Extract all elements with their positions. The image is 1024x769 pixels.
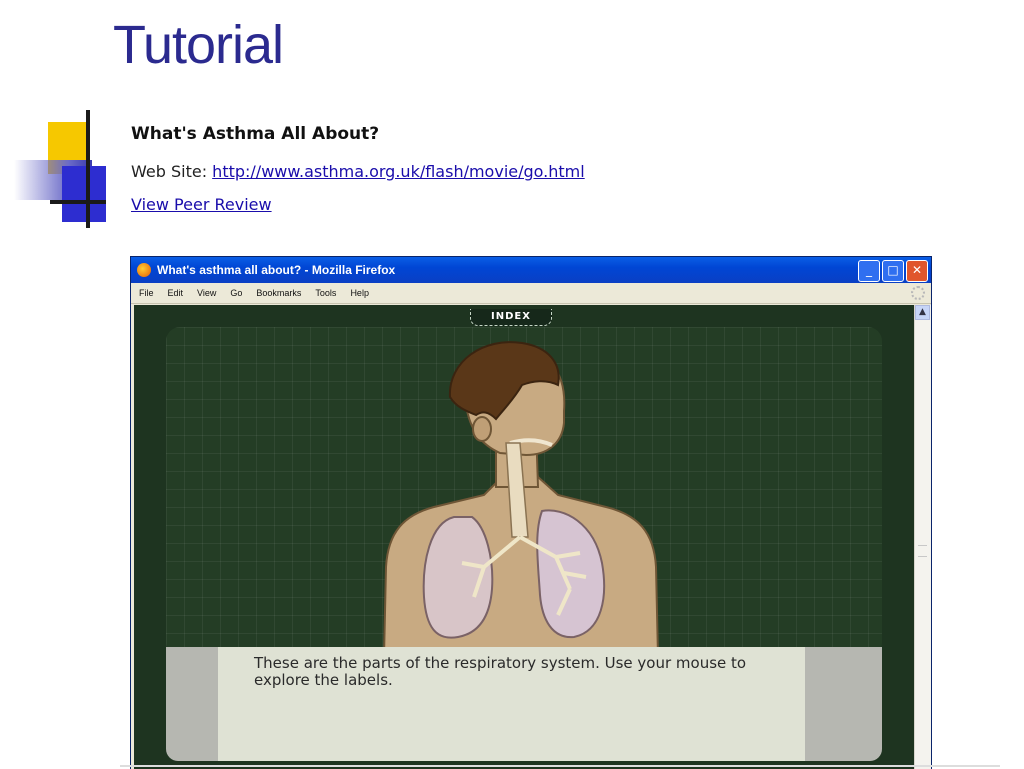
scroll-up-arrow-icon[interactable]: ▲ [915, 305, 930, 320]
vertical-scrollbar[interactable]: ▲ [914, 305, 931, 769]
window-titlebar[interactable]: What's asthma all about? - Mozilla Firef… [131, 257, 931, 283]
website-line: Web Site: http://www.asthma.org.uk/flash… [131, 162, 585, 181]
menu-edit[interactable]: Edit [168, 288, 184, 298]
flash-viewport[interactable]: INDEX These are the parts of the respira… [134, 305, 914, 769]
grid-board [166, 327, 882, 657]
peer-review-link[interactable]: View Peer Review [131, 195, 272, 214]
firefox-icon [137, 263, 151, 277]
tutorial-heading: What's Asthma All About? [131, 124, 380, 144]
respiratory-figure [382, 341, 660, 657]
website-link[interactable]: http://www.asthma.org.uk/flash/movie/go.… [212, 162, 585, 181]
menu-bar: File Edit View Go Bookmarks Tools Help [131, 283, 931, 304]
minimize-button[interactable]: _ [858, 260, 880, 282]
window-controls: _ □ ✕ [858, 260, 928, 282]
menu-help[interactable]: Help [350, 288, 369, 298]
scroll-grip-icon[interactable] [918, 545, 927, 557]
caption-box: These are the parts of the respiratory s… [218, 647, 805, 761]
menu-go[interactable]: Go [230, 288, 242, 298]
slide-bottom-rule [120, 765, 1000, 767]
menu-bookmarks[interactable]: Bookmarks [256, 288, 301, 298]
firefox-window: What's asthma all about? - Mozilla Firef… [130, 256, 932, 769]
website-label: Web Site: [131, 162, 213, 181]
maximize-button[interactable]: □ [882, 260, 904, 282]
decor-vertical-line [86, 110, 90, 228]
decor-horizontal-line [50, 200, 106, 204]
caption-panel: These are the parts of the respiratory s… [166, 647, 882, 761]
menu-file[interactable]: File [139, 288, 154, 298]
tutorial-info: What's Asthma All About? Web Site: http:… [131, 124, 585, 228]
menu-tools[interactable]: Tools [315, 288, 336, 298]
decor-blue-square [62, 166, 106, 222]
throbber-icon [911, 286, 925, 300]
slide-title: Tutorial [113, 15, 284, 75]
caption-text: These are the parts of the respiratory s… [254, 654, 747, 689]
index-tab[interactable]: INDEX [470, 309, 552, 326]
window-title: What's asthma all about? - Mozilla Firef… [157, 263, 396, 277]
close-button[interactable]: ✕ [906, 260, 928, 282]
menu-view[interactable]: View [197, 288, 216, 298]
bullet-decoration [0, 108, 120, 233]
peer-review-line: View Peer Review [131, 195, 585, 214]
